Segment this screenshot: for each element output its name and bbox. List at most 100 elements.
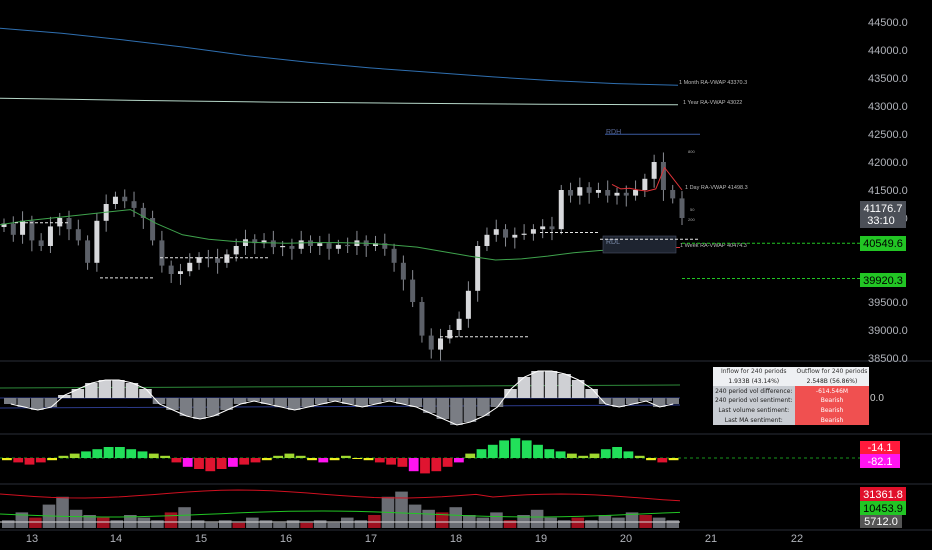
volume-bar: [151, 520, 164, 528]
flow-bar: [206, 398, 220, 416]
osc-bar: [431, 458, 442, 472]
osc-bar: [476, 449, 487, 458]
candle-body: [642, 178, 648, 190]
trading-chart[interactable]: 1 Month RA-VWAP 43370.3 1 Year RA-VWAP 4…: [0, 0, 932, 550]
osc-bar: [487, 444, 498, 458]
candle-body: [586, 187, 592, 193]
x-tick-label: 15: [195, 533, 207, 545]
flow-bar: [666, 398, 679, 404]
volume-upper-ma: [0, 489, 681, 502]
osc-bar: [341, 455, 351, 458]
osc-bar: [182, 458, 193, 467]
flow-bar: [463, 398, 477, 422]
tiny-label-800: 800: [688, 149, 695, 154]
candle-body: [623, 192, 629, 196]
volume-bar: [354, 520, 368, 528]
volume-bar: [205, 522, 218, 528]
volume-bar: [666, 520, 679, 528]
vol-tag-red-value: 31361.8: [863, 489, 903, 501]
candle-body: [605, 190, 611, 196]
candle-body: [345, 244, 351, 247]
osc-bar: [442, 458, 453, 467]
flow-bar: [382, 398, 396, 401]
osc-bar: [171, 458, 182, 463]
volume-bar: [327, 522, 340, 528]
candle-body: [410, 279, 416, 302]
osc-bar: [567, 453, 577, 458]
tiny-label-200: 200: [688, 217, 695, 222]
candle-body: [168, 265, 174, 274]
y-tick-label: 39500.0: [868, 297, 908, 309]
rdl-label: RDL: [606, 239, 620, 246]
flow-bar: [436, 398, 450, 419]
volume-bar: [449, 507, 463, 528]
volume-bar: [218, 520, 232, 528]
volume-bar: [69, 509, 83, 528]
candle-body: [558, 190, 564, 230]
candle-body: [10, 223, 16, 235]
osc-bar: [374, 458, 385, 463]
volume-bar: [490, 512, 503, 528]
candle-body: [307, 240, 313, 246]
osc-bar: [115, 447, 125, 458]
candle-body: [391, 248, 397, 263]
flow-bar: [287, 398, 301, 410]
osc-bar: [318, 458, 329, 463]
osc-bar: [646, 458, 656, 461]
osc-bar: [148, 453, 159, 458]
candle-body: [540, 226, 546, 230]
x-tick-label: 13: [26, 533, 38, 545]
osc-bar: [589, 453, 600, 458]
osc-bar: [284, 453, 295, 458]
y-tick-label: 43000.0: [868, 101, 908, 113]
osc-bar: [465, 453, 476, 458]
osc-bar: [352, 458, 363, 459]
osc-bar: [521, 440, 532, 458]
candle-body: [595, 190, 601, 193]
week-vwap-line: [0, 209, 679, 261]
osc-bar: [510, 438, 521, 458]
candle-body: [484, 234, 490, 246]
volume-bar: [652, 517, 666, 528]
day-vwap-label: 1 Day RA-VWAP 41498.3: [685, 185, 748, 191]
candle-body: [614, 192, 620, 196]
time-axis[interactable]: 13 14 15 16 17 18 19 20 21 22: [26, 533, 803, 545]
inflow-header: Inflow for 240 periods: [713, 367, 795, 377]
year-vwap-label: 1 Year RA-VWAP 43022: [683, 100, 742, 106]
volume-bar: [408, 504, 422, 528]
candle-body: [493, 229, 499, 235]
candle-body: [224, 254, 230, 263]
flow-bar: [531, 371, 544, 398]
candle-body: [215, 258, 221, 263]
osc-tag-red-value: -14.1: [867, 442, 892, 454]
osc-bar: [307, 458, 317, 461]
osc-bar: [454, 458, 464, 463]
candle-body: [670, 190, 676, 199]
price-axis[interactable]: 44500.0 44000.0 43500.0 43000.0 42500.0 42000…: [868, 17, 908, 365]
volume-bar: [259, 520, 273, 528]
volume-bar: [557, 520, 571, 528]
last-vol-value: Bearish: [794, 405, 870, 416]
vol-tag-gray-value: 5712.0: [864, 516, 898, 528]
volume-ma: [0, 510, 681, 518]
vol-sentiment-value: Bearish: [794, 396, 870, 406]
volume-bar: [110, 520, 124, 528]
volume-bar: [476, 517, 490, 528]
osc-bar: [69, 453, 80, 458]
osc-bar: [13, 458, 24, 463]
flow-bar: [247, 398, 260, 401]
flow-bar: [44, 398, 58, 407]
candle-body: [131, 201, 137, 208]
candle-body: [577, 187, 583, 196]
outflow-value: 2.548B (56.86%): [794, 376, 870, 387]
candle-body: [38, 240, 44, 246]
candle-body: [521, 233, 527, 235]
osc-bar: [634, 455, 645, 458]
price-candles: [1, 152, 685, 361]
volume-bar: [56, 496, 69, 528]
volume-pane: [0, 489, 681, 528]
flow-bar: [193, 398, 206, 419]
candle-body: [400, 262, 406, 280]
current-price-value: 41176.7: [864, 203, 903, 215]
flow-bar: [558, 374, 571, 398]
